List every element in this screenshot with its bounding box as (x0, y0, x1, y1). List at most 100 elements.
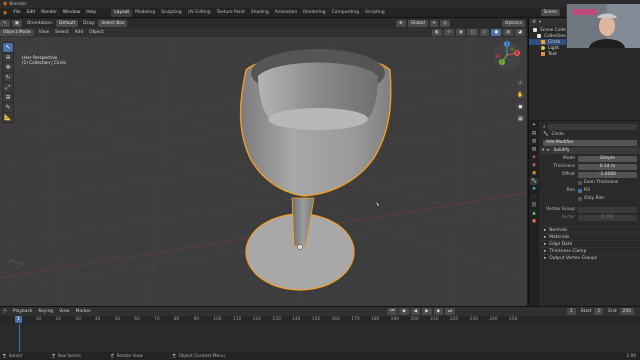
modifier-name-field[interactable]: Solidify (551, 147, 637, 154)
prev-key-icon[interactable]: ◆ (399, 308, 409, 315)
menu-timeline-view[interactable]: View (56, 309, 72, 314)
modifier-tab-icon[interactable]: 🔧 (530, 178, 538, 185)
tab-compositing[interactable]: Compositing (329, 9, 363, 17)
thickness-field[interactable]: 0.14 m (578, 163, 637, 170)
subpanel-thickness-clamp[interactable]: ▸ Thickness Clamp (540, 247, 640, 254)
solid-shading-icon[interactable]: ● (491, 29, 502, 36)
play-icon[interactable]: ▶ (422, 308, 432, 315)
subpanel-normals[interactable]: ▸ Normals (540, 226, 640, 233)
add-modifier-button[interactable]: Add Modifier (543, 139, 637, 146)
tab-animation[interactable]: Animation (272, 9, 300, 17)
select-mode-icon[interactable]: ▣ (11, 19, 22, 27)
wireframe-shading-icon[interactable]: ○ (479, 29, 490, 36)
menu-object[interactable]: Object (86, 30, 106, 35)
timeline-track-area[interactable] (0, 324, 640, 353)
menu-add[interactable]: Add (72, 30, 87, 35)
xray-icon[interactable]: ▢ (467, 29, 478, 36)
timeline-ruler[interactable]: 0102030405060708090100110120130140150160… (0, 316, 640, 324)
transform-pivot-icon[interactable]: ⊕ (396, 19, 406, 27)
even-thickness-checkbox[interactable] (578, 180, 582, 185)
object-mode-dropdown[interactable]: Object Mode (0, 29, 34, 36)
select-box-tool-icon[interactable]: ↖ (3, 43, 13, 52)
tab-layout[interactable]: Layout (111, 8, 133, 17)
outliner-editor-icon[interactable]: ☰ (532, 20, 536, 25)
visibility-icon[interactable]: ◐ (432, 29, 442, 36)
material-shading-icon[interactable]: ◍ (503, 29, 514, 36)
constraints-tab-icon[interactable]: ⛓ (530, 202, 538, 209)
offset-field[interactable]: -1.0000 (578, 171, 637, 178)
factor-field[interactable]: 0.000 (578, 214, 637, 221)
options-dropdown[interactable]: Options (502, 19, 525, 27)
render-tab-icon[interactable]: ▤ (530, 130, 538, 137)
end-frame-field[interactable]: 250 (619, 308, 634, 315)
menu-file[interactable]: File (10, 10, 23, 15)
annotate-tool-icon[interactable]: ✎ (3, 103, 13, 112)
tab-uv-editing[interactable]: UV Editing (185, 9, 214, 17)
proportional-edit-icon[interactable]: ◎ (440, 19, 451, 27)
mode-dropdown[interactable]: Simple (578, 155, 637, 162)
scene-tab-icon[interactable]: ◈ (530, 154, 538, 161)
tool-tab-icon[interactable]: ✦ (530, 122, 538, 129)
rotate-tool-icon[interactable]: ↻ (3, 73, 13, 82)
overlay-toggle-icon[interactable]: ◑ (455, 29, 466, 36)
material-tab-icon[interactable]: ● (530, 218, 538, 225)
pan-hand-icon[interactable]: ✋ (516, 90, 525, 99)
particles-tab-icon[interactable]: ✸ (530, 186, 538, 193)
scene-selector[interactable]: Scene (540, 9, 560, 16)
jump-end-icon[interactable]: ⏭ (444, 308, 455, 315)
menu-keying[interactable]: Keying (35, 309, 56, 314)
cursor-tool-icon[interactable]: ⊕ (3, 53, 13, 62)
menu-marker[interactable]: Marker (73, 309, 94, 314)
tab-modeling[interactable]: Modeling (132, 9, 158, 17)
object-tab-icon[interactable]: ▣ (530, 170, 538, 177)
measure-tool-icon[interactable]: 📐 (3, 113, 13, 122)
next-key-icon[interactable]: ◆ (433, 308, 443, 315)
vertex-group-field[interactable] (578, 206, 637, 213)
snap-icon[interactable]: ⌖ (429, 19, 439, 27)
camera-view-icon[interactable]: ◼ (516, 102, 525, 111)
tab-sculpting[interactable]: Sculpting (158, 9, 185, 17)
menu-edit[interactable]: Edit (24, 10, 39, 15)
start-frame-field[interactable]: 1 (594, 308, 604, 315)
scale-tool-icon[interactable]: ⤢ (3, 83, 13, 92)
viewport-scene[interactable]: ʇ (0, 18, 527, 306)
transform-orientation-dropdown[interactable]: Global (407, 19, 428, 27)
view-layer-tab-icon[interactable]: ▧ (530, 146, 538, 153)
subpanel-edge-data[interactable]: ▸ Edge Data (540, 240, 640, 247)
physics-tab-icon[interactable]: ◌ (530, 194, 538, 201)
timeline-editor-icon[interactable]: ◷ (0, 309, 10, 314)
subpanel-output-vertex-groups[interactable]: ▸ Output Vertex Groups (540, 254, 640, 261)
tab-shading[interactable]: Shading (248, 9, 272, 17)
gizmo-toggle-icon[interactable]: ⊹ (443, 29, 454, 36)
tab-rendering[interactable]: Rendering (300, 9, 328, 17)
play-reverse-icon[interactable]: ◀ (410, 308, 421, 315)
menu-playback[interactable]: Playback (10, 309, 36, 314)
data-tab-icon[interactable]: ▲ (530, 210, 538, 217)
menu-view[interactable]: View (36, 30, 52, 35)
menu-help[interactable]: Help (83, 10, 99, 15)
collapse-chevron-icon[interactable]: ▾ (542, 148, 544, 153)
select-tool-icon[interactable]: ↖ (0, 19, 10, 27)
ortho-grid-icon[interactable]: ▦ (516, 114, 525, 123)
tab-texture-paint[interactable]: Texture Paint (214, 9, 248, 17)
jump-start-icon[interactable]: ⏮ (387, 308, 398, 315)
outliner-row-text[interactable]: Text (529, 51, 640, 57)
subpanel-materials[interactable]: ▸ Materials (540, 233, 640, 240)
world-tab-icon[interactable]: ◉ (530, 162, 538, 169)
move-tool-icon[interactable]: ✥ (3, 63, 13, 72)
menu-window[interactable]: Window (60, 10, 83, 15)
rendered-shading-icon[interactable]: ◕ (515, 29, 525, 36)
transform-tool-icon[interactable]: ⊞ (3, 93, 13, 102)
menu-select[interactable]: Select (52, 30, 72, 35)
menu-render[interactable]: Render (38, 10, 60, 15)
solidify-modifier-header[interactable]: ▾ ▰ Solidify (540, 147, 640, 154)
zoom-icon[interactable]: ⌕ (516, 78, 525, 87)
playhead-frame-badge[interactable]: 1 (15, 316, 22, 323)
tab-scripting[interactable]: Scripting (362, 9, 388, 17)
properties-search[interactable] (548, 123, 637, 130)
orientation-dropdown[interactable]: Default (56, 19, 79, 27)
outliner-filter[interactable]: ▾ (539, 20, 541, 25)
blender-menu-icon[interactable]: ◉ (0, 10, 10, 16)
only-rim-checkbox[interactable] (578, 196, 582, 201)
current-frame-field[interactable]: 1 (566, 308, 576, 315)
